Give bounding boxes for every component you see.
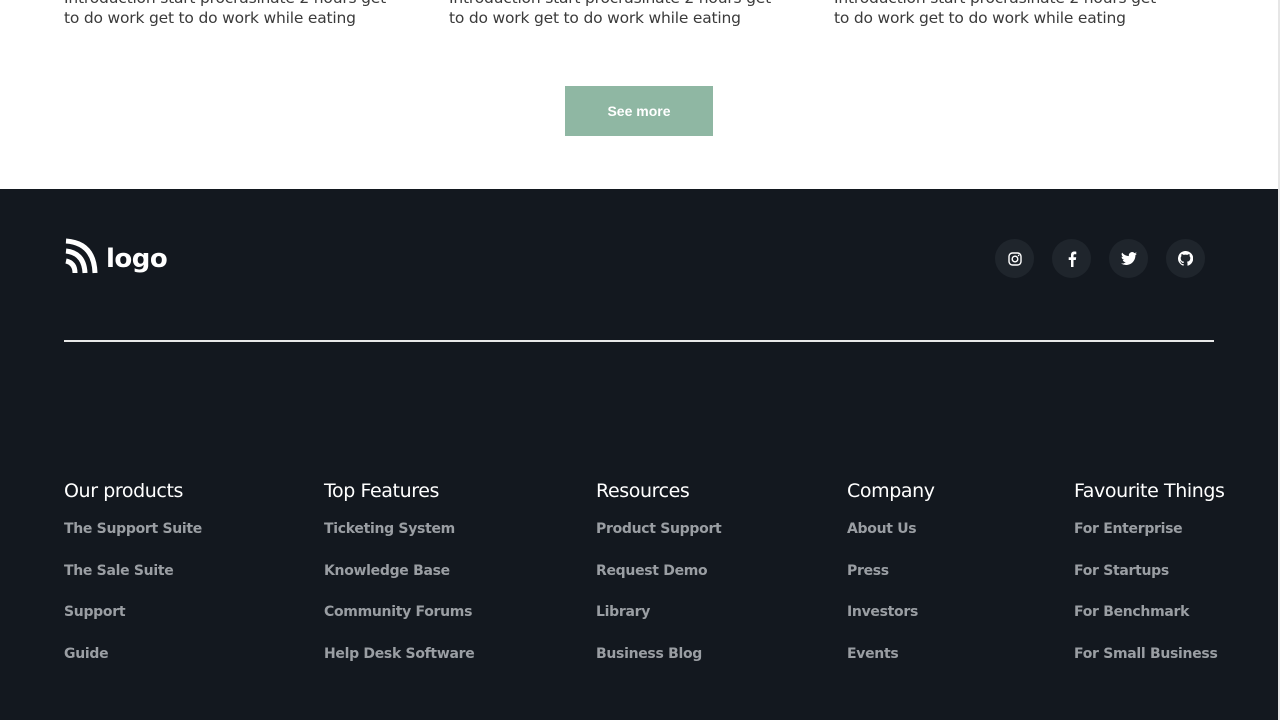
- card-excerpt: Introduction start procrasinate 2 hours …: [834, 0, 1156, 28]
- footer-divider: [64, 340, 1214, 342]
- card-excerpt: Introduction start procrasinate 2 hours …: [64, 0, 386, 28]
- footer-link[interactable]: For Benchmark: [1074, 602, 1225, 644]
- social-links: [995, 239, 1205, 278]
- excerpt-line: to do work get to do work while eating: [64, 9, 356, 27]
- excerpt-line: Introduction start procrasinate 2 hours …: [64, 0, 386, 8]
- footer-link[interactable]: About Us: [847, 519, 935, 561]
- github-icon[interactable]: [1166, 239, 1205, 278]
- facebook-icon[interactable]: [1052, 239, 1091, 278]
- footer-column-products: Our products The Support Suite The Sale …: [64, 480, 202, 685]
- logo-icon: [64, 237, 98, 280]
- footer-column-features: Top Features Ticketing System Knowledge …: [324, 480, 475, 686]
- footer-link[interactable]: Events: [847, 644, 935, 686]
- footer-link[interactable]: Request Demo: [596, 561, 721, 603]
- column-title: Our products: [64, 480, 184, 502]
- footer-link[interactable]: Support: [64, 602, 202, 644]
- footer-column-resources: Resources Product Support Request Demo L…: [596, 480, 722, 686]
- footer-link[interactable]: Help Desk Software: [324, 644, 475, 686]
- footer-link[interactable]: The Support Suite: [64, 519, 202, 561]
- footer-link[interactable]: Press: [847, 561, 935, 603]
- footer-link[interactable]: For Small Business: [1074, 644, 1225, 686]
- footer-link[interactable]: Product Support: [596, 519, 722, 561]
- excerpt-line: Introduction start procrasinate 2 hours …: [449, 0, 771, 8]
- footer-link[interactable]: Business Blog: [596, 644, 721, 686]
- footer-link[interactable]: For Startups: [1074, 561, 1225, 603]
- footer-link[interactable]: Guide: [64, 644, 202, 686]
- footer-link[interactable]: Library: [596, 602, 721, 644]
- footer-link[interactable]: Knowledge Base: [324, 561, 474, 603]
- footer-link[interactable]: The Sale Suite: [64, 561, 202, 603]
- footer-column-company: Company About Us Press Investors Events: [847, 480, 935, 685]
- see-more-button[interactable]: See more: [565, 86, 713, 136]
- instagram-icon[interactable]: [995, 239, 1034, 278]
- blog-section: Introduction start procrasinate 2 hours …: [0, 0, 1278, 189]
- column-title: Company: [847, 480, 935, 502]
- footer-link[interactable]: For Enterprise: [1074, 519, 1225, 561]
- excerpt-line: to do work get to do work while eating: [834, 9, 1126, 27]
- footer-link[interactable]: Community Forums: [324, 602, 474, 644]
- column-title: Top Features: [324, 480, 439, 502]
- footer: logo Our products The Support Suite The …: [0, 189, 1278, 720]
- excerpt-line: Introduction start procrasinate 2 hours …: [834, 0, 1156, 8]
- column-title: Favourite Things: [1074, 480, 1225, 502]
- twitter-icon[interactable]: [1109, 239, 1148, 278]
- card-excerpt: Introduction start procrasinate 2 hours …: [449, 0, 771, 28]
- footer-column-favourites: Favourite Things For Enterprise For Star…: [1074, 480, 1225, 685]
- logo-text: logo: [106, 243, 168, 274]
- footer-link[interactable]: Ticketing System: [324, 519, 474, 561]
- footer-logo[interactable]: logo: [64, 237, 168, 280]
- excerpt-line: to do work get to do work while eating: [449, 9, 741, 27]
- column-title: Resources: [596, 480, 690, 502]
- footer-link[interactable]: Investors: [847, 602, 935, 644]
